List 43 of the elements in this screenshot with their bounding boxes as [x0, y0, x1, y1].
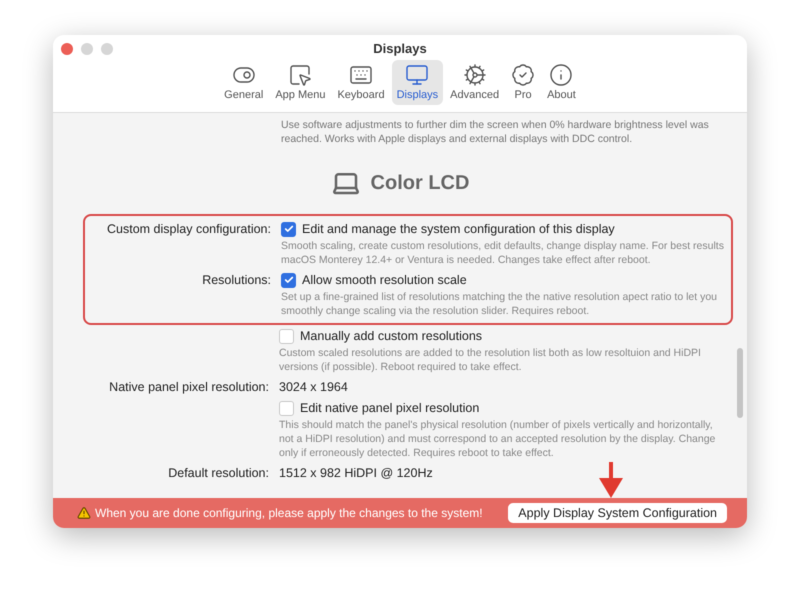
checkbox-option[interactable]: Manually add custom resolutions	[279, 326, 747, 346]
setting-description: This should match the panel's physical resolution (number of pixels vertically and horizontally, not a HiDPI resolution) and must correspond to an accepted resolution by the display. Change only if erroneously detected. Requires reboot to take effect.	[279, 418, 716, 460]
toolbar-tab[interactable]: Keyboard	[332, 60, 390, 105]
setting-description: Custom scaled resolutions are added to the resolution list both as low resoltuion and HiDPI versions (if possible). Reboot required to take effect.	[279, 346, 702, 374]
setting-description: Smooth scaling, create custom resolutions, edit defaults, change display name. For best results macOS Monterey 12.4+ or Ventura is needed. Changes take effect after reboot.	[281, 239, 725, 267]
toolbar-tab[interactable]: Displays	[392, 60, 444, 105]
banner-message: When you are done configuring, please apply the changes to the system!	[95, 506, 484, 520]
setting-value: 1512 x 982 HiDPI @ 120Hz	[279, 465, 433, 482]
monitor-icon	[405, 63, 430, 87]
warning-icon	[77, 506, 91, 520]
toolbar-tab[interactable]: About	[542, 60, 581, 105]
zoom-button[interactable]	[101, 43, 113, 55]
info-icon	[549, 63, 574, 87]
window-title: Displays	[373, 41, 427, 56]
checkbox-option[interactable]: Allow smooth resolution scale	[281, 270, 731, 290]
setting-value: 3024 x 1964	[279, 379, 348, 396]
window-pointer-icon	[288, 63, 312, 87]
toolbar-tab[interactable]: Advanced	[445, 60, 504, 105]
badge-check-icon	[511, 63, 536, 87]
checkbox[interactable]	[279, 328, 294, 344]
setting-label: Custom display configuration:	[106, 221, 271, 238]
check-icon	[284, 224, 294, 234]
toolbar-tab[interactable]: Pro	[506, 60, 540, 105]
setting-label: Native panel pixel resolution:	[108, 379, 269, 396]
checkbox-option[interactable]: Edit and manage the system configuration of this display	[281, 219, 731, 239]
close-button[interactable]	[61, 43, 73, 55]
intro-text: Use software adjustments to further dim the screen when 0% hardware brightness level was reached. Works with Apple displays and external displays with DDC control.	[281, 118, 710, 146]
apply-button[interactable]: Apply Display System Configuration	[508, 503, 727, 523]
gear-icon	[462, 63, 487, 87]
setting-label: Default resolution:	[167, 465, 269, 482]
checkbox[interactable]	[281, 272, 296, 288]
checkbox[interactable]	[281, 222, 296, 236]
arrow-drawing	[599, 462, 623, 498]
toolbar-tab[interactable]: General	[219, 60, 268, 105]
checkbox[interactable]	[279, 400, 294, 416]
toolbar-tab[interactable]: App Menu	[270, 60, 330, 105]
checkbox-option[interactable]: Edit native panel pixel resolution	[279, 398, 747, 418]
display-name: Color LCD	[370, 172, 470, 194]
setting-description: Set up a fine-grained list of resolutions matching the the native resolution apect ratio to let you smoothly change scaling via the resolution slider. Requires reboot.	[281, 290, 718, 318]
check-icon	[284, 275, 294, 285]
setting-label: Resolutions:	[201, 272, 271, 289]
scroll-bar[interactable]	[737, 348, 743, 418]
minimize-button[interactable]	[81, 43, 93, 55]
